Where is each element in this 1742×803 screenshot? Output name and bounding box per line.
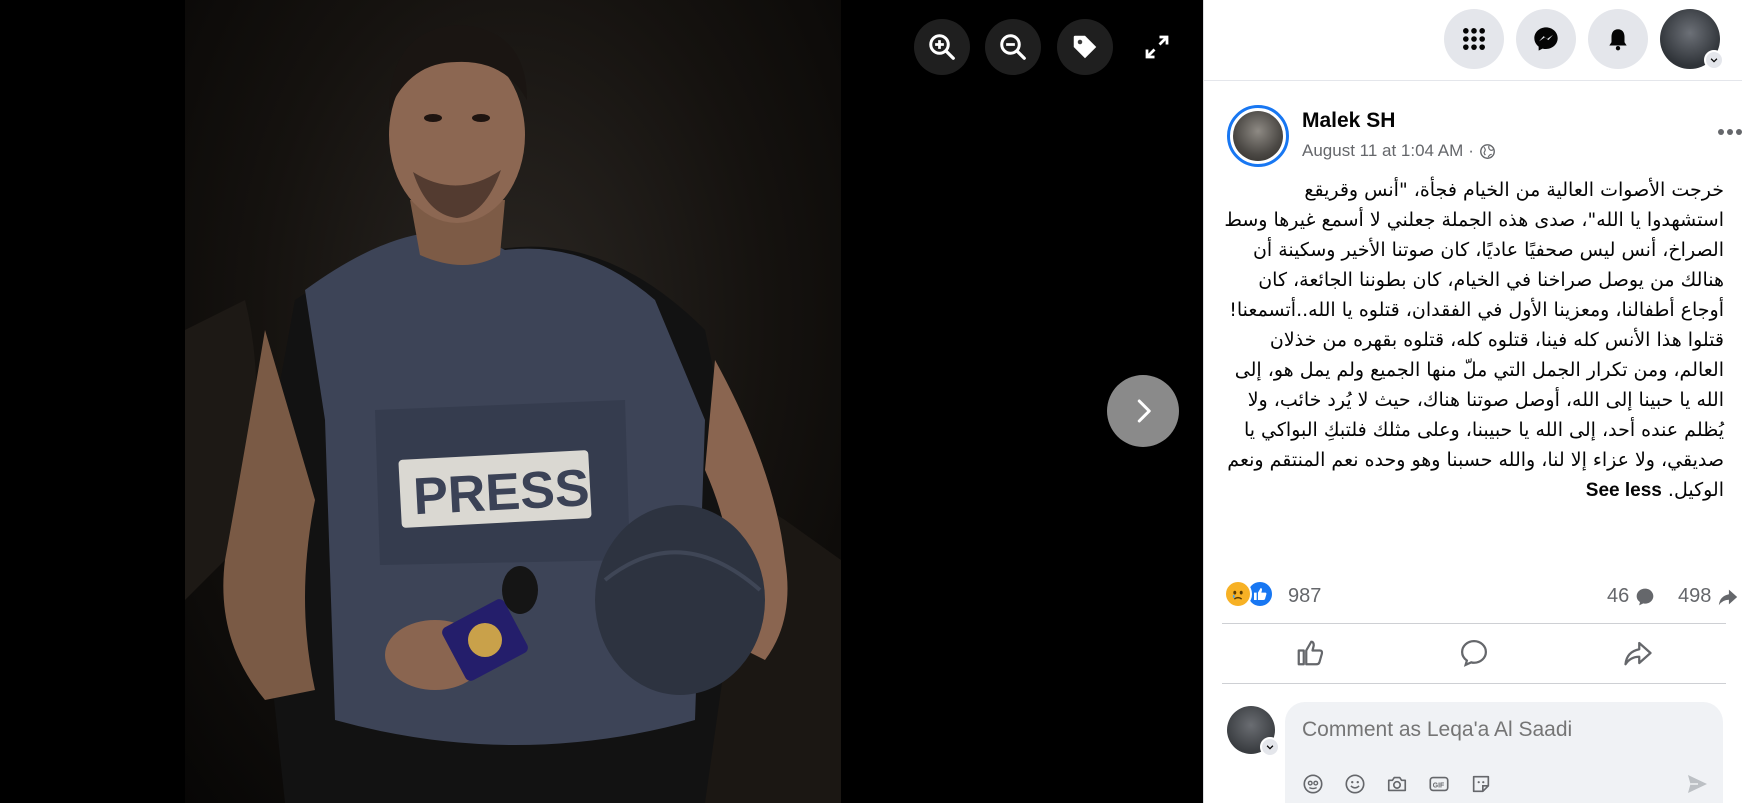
comments-count-group[interactable]: 46 xyxy=(1607,585,1655,608)
post-text: خرجت الأصوات العالية من الخيام فجأة، "أن… xyxy=(1224,179,1724,501)
emoji-icon[interactable] xyxy=(1344,773,1366,795)
comment-bubble-icon xyxy=(1636,588,1654,605)
shares-count: 498 xyxy=(1678,585,1712,607)
post-timestamp[interactable]: August 11 at 1:04 AM xyxy=(1302,141,1463,161)
comment-icon xyxy=(1460,639,1488,667)
send-comment-button[interactable] xyxy=(1685,772,1709,801)
messenger-icon xyxy=(1534,27,1558,51)
post-photo[interactable]: PRESS xyxy=(185,0,841,803)
reactions-count[interactable]: 987 xyxy=(1288,585,1321,608)
sticker-icon[interactable] xyxy=(1470,773,1492,795)
comments-count: 46 xyxy=(1607,585,1630,607)
globe-icon[interactable] xyxy=(1479,143,1496,160)
see-less-link[interactable]: See less xyxy=(1586,480,1662,501)
app-root: PRESS Malek SH August 11 at 1:04 AM · خر… xyxy=(0,0,1742,803)
next-photo-button[interactable] xyxy=(1107,375,1179,447)
comment-tools: GIF xyxy=(1302,773,1492,795)
reactions-summary: 987 46 498 xyxy=(1224,580,1738,612)
like-button[interactable] xyxy=(1290,633,1330,673)
commenter-chevron-badge[interactable] xyxy=(1260,737,1280,757)
more-options-icon xyxy=(1718,129,1742,135)
chevron-down-icon xyxy=(1710,58,1718,63)
photo-illustration: PRESS xyxy=(185,25,841,803)
gif-icon[interactable]: GIF xyxy=(1428,773,1450,795)
meta-separator: · xyxy=(1468,141,1474,160)
avatar-sticker-icon[interactable] xyxy=(1302,773,1324,795)
post-body: خرجت الأصوات العالية من الخيام فجأة، "أن… xyxy=(1224,175,1724,506)
menu-button[interactable] xyxy=(1444,9,1504,69)
zoom-in-button[interactable] xyxy=(914,19,970,75)
comment-composer: GIF xyxy=(1285,702,1723,803)
send-icon xyxy=(1688,775,1707,793)
camera-icon[interactable] xyxy=(1386,773,1408,795)
account-chevron-badge[interactable] xyxy=(1704,50,1724,70)
shares-count-group[interactable]: 498 xyxy=(1678,585,1739,608)
author-avatar[interactable] xyxy=(1227,105,1289,167)
zoom-in-icon xyxy=(929,34,955,60)
like-icon xyxy=(1297,640,1324,666)
chevron-down-icon xyxy=(1266,745,1274,750)
tag-icon xyxy=(1073,35,1097,59)
sad-reaction-icon xyxy=(1224,580,1252,608)
author-name[interactable]: Malek SH xyxy=(1302,109,1395,133)
share-arrow-icon xyxy=(1719,589,1738,605)
top-navigation xyxy=(1204,0,1742,81)
divider-top xyxy=(1222,623,1726,624)
post-panel: Malek SH August 11 at 1:04 AM · خرجت الأ… xyxy=(1203,0,1742,803)
share-button[interactable] xyxy=(1618,633,1658,673)
notifications-button[interactable] xyxy=(1588,9,1648,69)
divider-bottom xyxy=(1222,683,1726,684)
fullscreen-button[interactable] xyxy=(1129,19,1185,75)
expand-icon xyxy=(1145,35,1169,59)
svg-text:GIF: GIF xyxy=(1433,782,1444,789)
chevron-right-icon xyxy=(1137,399,1151,423)
post-header: Malek SH August 11 at 1:04 AM · xyxy=(1227,105,1742,167)
zoom-out-button[interactable] xyxy=(985,19,1041,75)
press-patch-text: PRESS xyxy=(412,459,591,526)
comment-button[interactable] xyxy=(1454,633,1494,673)
zoom-out-icon xyxy=(1000,34,1026,60)
bell-icon xyxy=(1609,29,1627,51)
reaction-icons[interactable] xyxy=(1224,580,1274,608)
comment-input[interactable] xyxy=(1302,718,1702,742)
photo-viewer: PRESS xyxy=(0,0,1203,803)
messenger-button[interactable] xyxy=(1516,9,1576,69)
post-options-button[interactable] xyxy=(1717,117,1742,137)
tag-button[interactable] xyxy=(1057,19,1113,75)
grid-menu-icon xyxy=(1463,28,1485,50)
share-icon xyxy=(1624,641,1652,666)
post-meta: August 11 at 1:04 AM · xyxy=(1302,141,1496,161)
